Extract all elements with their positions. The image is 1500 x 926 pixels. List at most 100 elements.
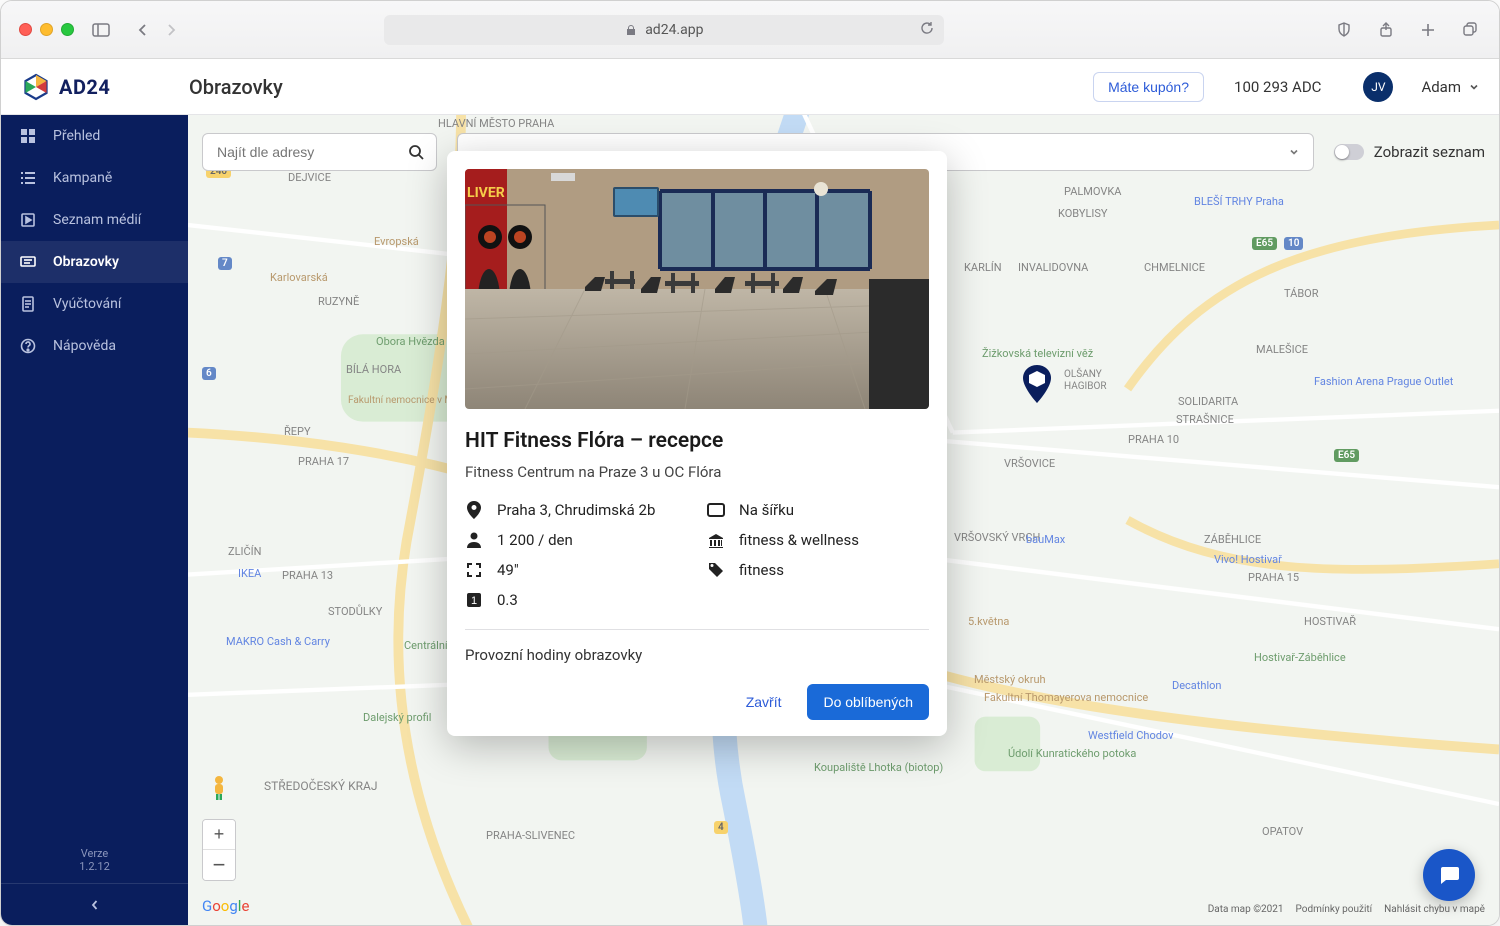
switch-icon: [1334, 144, 1364, 160]
info-value: 1 200 / den: [497, 531, 573, 549]
map-report-link[interactable]: Nahlásit chybu v mapě: [1384, 904, 1485, 915]
dashboard-icon: [19, 127, 37, 145]
shield-icon[interactable]: [1333, 19, 1355, 41]
address-search[interactable]: [202, 133, 437, 171]
list-icon: [19, 169, 37, 187]
person-icon: [465, 531, 483, 549]
info-size: 49": [465, 561, 687, 579]
version-label: Verze: [1, 847, 188, 860]
orientation-icon: [707, 501, 725, 519]
sidebar-toggle-icon[interactable]: [90, 19, 112, 41]
size-icon: [465, 561, 483, 579]
help-icon: [19, 337, 37, 355]
username-text: Adam: [1421, 78, 1461, 96]
map-terms-link[interactable]: Podmínky použití: [1296, 904, 1373, 915]
window-zoom-button[interactable]: [61, 23, 74, 36]
google-logo: Google: [202, 897, 249, 915]
user-menu[interactable]: Adam: [1421, 78, 1479, 96]
ratio-icon: 1: [465, 591, 483, 609]
sidebar-item-campaigns[interactable]: Kampaně: [1, 157, 188, 199]
sidebar: Přehled Kampaně Seznam médií Obrazovky V…: [1, 115, 188, 925]
info-location: Praha 3, Chrudimská 2b: [465, 501, 687, 519]
coupon-button[interactable]: Máte kupón?: [1093, 72, 1204, 102]
screen-detail-modal: LIVER: [447, 151, 947, 736]
info-value: Praha 3, Chrudimská 2b: [497, 501, 655, 519]
version-info: Verze 1.2.12: [1, 837, 188, 883]
divider: [465, 629, 929, 630]
building-icon: [707, 531, 725, 549]
map-data-text: Data map ©2021: [1208, 904, 1284, 915]
nav-forward-button[interactable]: [160, 19, 182, 41]
reload-icon[interactable]: [920, 21, 934, 39]
billing-icon: [19, 295, 37, 313]
info-value: fitness & wellness: [739, 531, 859, 549]
sidebar-item-label: Přehled: [53, 128, 100, 144]
svg-text:1: 1: [471, 595, 477, 607]
browser-titlebar: ad24.app: [1, 1, 1499, 59]
sidebar-item-label: Nápověda: [53, 338, 116, 354]
version-number: 1.2.12: [1, 860, 188, 873]
sidebar-item-label: Kampaně: [53, 170, 112, 186]
favorite-button[interactable]: Do oblíbených: [807, 684, 929, 720]
zoom-in-button[interactable]: +: [203, 820, 235, 850]
logo-text: AD24: [59, 75, 110, 99]
map-attribution: Data map ©2021 Podmínky použití Nahlásit…: [1208, 904, 1485, 915]
share-icon[interactable]: [1375, 19, 1397, 41]
hours-label: Provozní hodiny obrazovky: [465, 646, 929, 664]
list-toggle[interactable]: Zobrazit seznam: [1334, 143, 1485, 161]
zoom-controls: + −: [202, 819, 236, 881]
close-button[interactable]: Zavřít: [740, 693, 788, 711]
zoom-out-button[interactable]: −: [203, 850, 235, 880]
info-value: 0.3: [497, 591, 518, 609]
page-title: Obrazovky: [189, 75, 283, 99]
chevron-down-icon: [1289, 147, 1299, 157]
sidebar-item-label: Obrazovky: [53, 254, 119, 270]
info-ratio: 1 0.3: [465, 591, 687, 609]
map-marker[interactable]: [1023, 365, 1051, 407]
chat-fab-button[interactable]: [1423, 849, 1475, 901]
sidebar-item-overview[interactable]: Přehled: [1, 115, 188, 157]
info-value: Na šířku: [739, 501, 794, 519]
sidebar-item-help[interactable]: Nápověda: [1, 325, 188, 367]
window-minimize-button[interactable]: [40, 23, 53, 36]
modal-actions: Zavřít Do oblíbených: [465, 684, 929, 720]
media-icon: [19, 211, 37, 229]
list-toggle-label: Zobrazit seznam: [1374, 143, 1485, 161]
info-traffic: 1 200 / den: [465, 531, 687, 549]
avatar[interactable]: JV: [1363, 72, 1393, 102]
url-text: ad24.app: [645, 22, 703, 38]
info-category: fitness & wellness: [707, 531, 929, 549]
new-tab-icon[interactable]: [1417, 19, 1439, 41]
info-tag: fitness: [707, 561, 929, 579]
modal-info-grid: Praha 3, Chrudimská 2b Na šířku 1 200 / …: [465, 501, 929, 609]
sidebar-item-media-list[interactable]: Seznam médií: [1, 199, 188, 241]
window-close-button[interactable]: [19, 23, 32, 36]
main-content: HLAVNÍ MĚSTO PRAHA DEJVICE RUZYNĚ BÍLÁ H…: [188, 115, 1499, 925]
svg-text:LIVER: LIVER: [467, 185, 505, 201]
modal-title: HIT Fitness Flóra – recepce: [465, 429, 929, 453]
pegman-button[interactable]: [202, 771, 236, 805]
tag-icon: [707, 561, 725, 579]
sidebar-item-screens[interactable]: Obrazovky: [1, 241, 188, 283]
window: ad24.app AD24 Obrazovky Máte kupón? 100 …: [0, 0, 1500, 926]
traffic-lights: [19, 23, 74, 36]
credits-balance: 100 293 ADC: [1234, 78, 1321, 96]
sidebar-item-label: Vyúčtování: [53, 296, 121, 312]
url-bar[interactable]: ad24.app: [384, 15, 944, 45]
search-icon: [408, 144, 424, 160]
tabs-icon[interactable]: [1459, 19, 1481, 41]
search-input[interactable]: [215, 143, 400, 161]
sidebar-collapse-button[interactable]: [1, 883, 188, 925]
info-orientation: Na šířku: [707, 501, 929, 519]
sidebar-item-billing[interactable]: Vyúčtování: [1, 283, 188, 325]
info-value: 49": [497, 561, 519, 579]
app-header: AD24 Obrazovky Máte kupón? 100 293 ADC J…: [1, 59, 1499, 115]
location-icon: [465, 501, 483, 519]
screen-icon: [19, 253, 37, 271]
nav-back-button[interactable]: [132, 19, 154, 41]
logo[interactable]: AD24: [21, 72, 171, 102]
modal-subtitle: Fitness Centrum na Praze 3 u OC Flóra: [465, 463, 929, 481]
sidebar-item-label: Seznam médií: [53, 212, 141, 228]
chevron-down-icon: [1469, 82, 1479, 92]
info-value: fitness: [739, 561, 784, 579]
